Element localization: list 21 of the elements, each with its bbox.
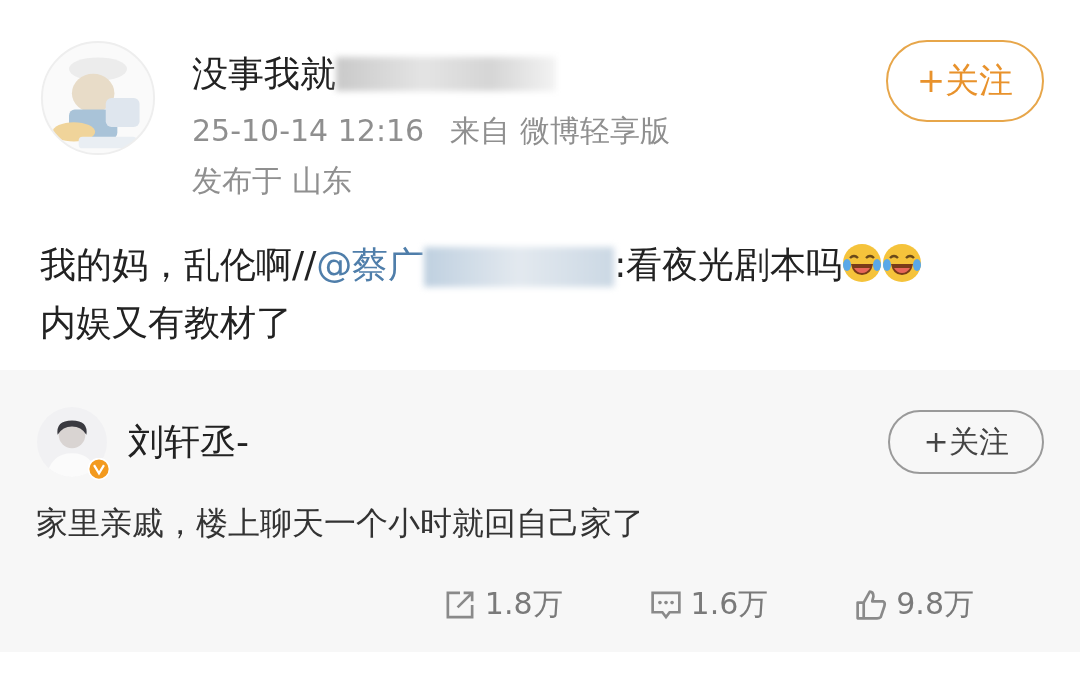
thumbs-up-icon [854,587,889,622]
post-text: :看夜光剧本吗 [614,244,843,285]
comment-action[interactable]: 1.6万 [648,584,769,625]
repost-text: 家里亲戚，楼上聊天一个小时就回自己家了 [36,503,645,544]
post-time: 25-10-14 12:16 [192,113,425,148]
action-count: 1.6万 [690,585,769,623]
post-text: 我的妈，乱伦啊// [40,244,317,285]
mention-link[interactable]: @蔡广 [316,244,425,285]
user-name[interactable]: 没事我就 [192,49,336,99]
user-name[interactable]: 刘轩丞- [128,417,888,467]
post-source: 来自 微博轻享版 [450,113,670,148]
like-action[interactable]: 9.8万 [854,584,974,625]
follow-button[interactable]: +关注 [886,40,1044,122]
share-action[interactable]: 1.8万 [442,584,563,625]
post-text: 内娱又有教材了 [40,302,292,343]
laughing-emoji-icon [842,243,883,283]
follow-button[interactable]: +关注 [888,410,1044,474]
post-location: 发布于 山东 [192,162,353,200]
laughing-emoji-icon [882,243,923,283]
action-count: 1.8万 [484,585,563,623]
action-count: 9.8万 [896,585,974,623]
